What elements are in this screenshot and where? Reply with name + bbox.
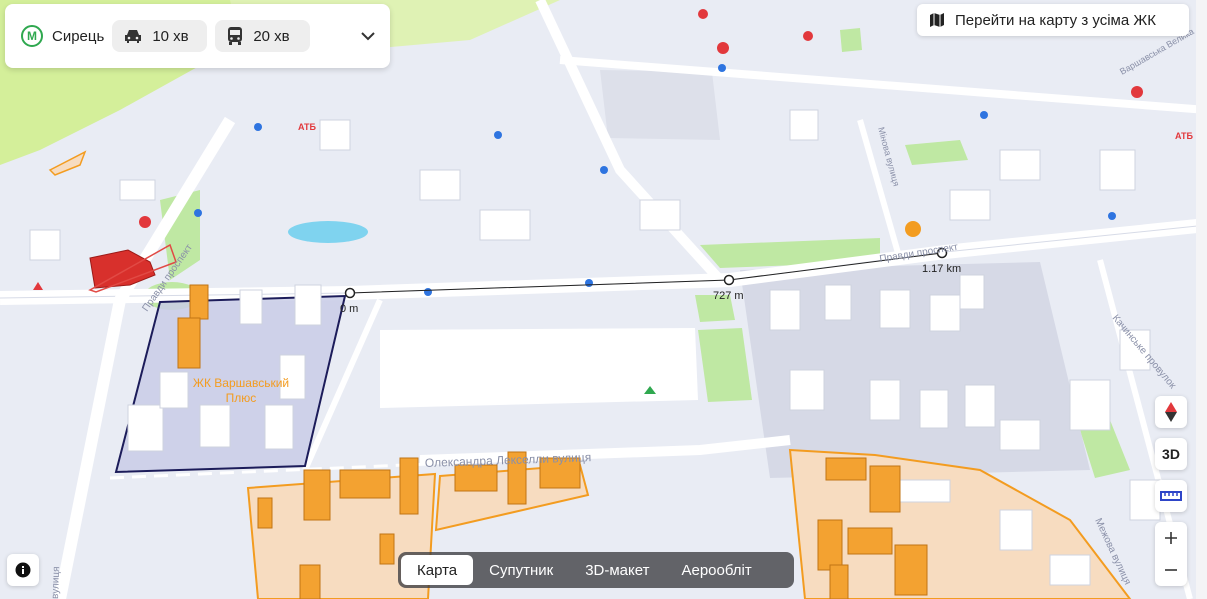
- parking-lot: [600, 70, 720, 140]
- distance-point[interactable]: [344, 287, 356, 299]
- map-layer-switch: Карта Супутник 3D-макет Аерообліт: [398, 552, 794, 588]
- empty-lot: [380, 328, 698, 408]
- all-complexes-map-label: Перейти на карту з усіма ЖК: [955, 11, 1156, 29]
- tab-aerial-flyover[interactable]: Аерообліт: [665, 555, 767, 585]
- car-icon: [125, 30, 142, 43]
- map-icon: [930, 13, 944, 27]
- chevron-down-icon[interactable]: [358, 26, 378, 46]
- ruler-icon: [1160, 491, 1182, 501]
- toggle-3d-button[interactable]: 3D: [1155, 438, 1187, 470]
- map-canvas[interactable]: АТБ АТБ 0 m 727 m 1.17 km ЖК Варшавський…: [0, 0, 1207, 599]
- distance-label: 727 m: [713, 290, 744, 302]
- lake: [288, 221, 368, 243]
- station-name: Сирець: [52, 27, 105, 45]
- bus-icon: [228, 27, 243, 45]
- complex-name[interactable]: Плюс: [226, 391, 257, 405]
- car-time: 10 хв: [152, 27, 189, 45]
- distance-point[interactable]: [723, 274, 735, 286]
- compass-button[interactable]: [1155, 396, 1187, 428]
- ruler-button[interactable]: [1155, 480, 1187, 512]
- minus-icon: [1165, 569, 1177, 571]
- poi-label: АТБ: [298, 122, 317, 132]
- zoom-out-button[interactable]: [1155, 554, 1187, 586]
- bus-time-chip[interactable]: 20 хв: [215, 20, 311, 52]
- info-icon: [15, 562, 31, 578]
- tab-3d-model[interactable]: 3D-макет: [569, 555, 665, 585]
- green-patch: [840, 28, 862, 52]
- zoom-in-button[interactable]: [1155, 522, 1187, 554]
- all-complexes-map-button[interactable]: Перейти на карту з усіма ЖК: [917, 4, 1189, 36]
- info-button[interactable]: [7, 554, 39, 586]
- toggle-3d-label: 3D: [1162, 446, 1180, 462]
- tab-map[interactable]: Карта: [401, 555, 474, 585]
- car-time-chip[interactable]: 10 хв: [112, 20, 208, 52]
- street-label: вулиця: [50, 566, 62, 599]
- poi-label: АТБ: [1175, 131, 1194, 141]
- poi-icon: [905, 221, 921, 237]
- complex-name[interactable]: ЖК Варшавський: [193, 376, 289, 390]
- distance-label: 1.17 km: [922, 263, 961, 275]
- compass-icon: [1165, 402, 1177, 422]
- metro-icon: M: [21, 25, 43, 47]
- metro-travel-card: M Сирець 10 хв 20 хв: [5, 4, 390, 68]
- plus-icon: [1165, 532, 1177, 544]
- distance-label: 0 m: [340, 303, 358, 315]
- bus-time: 20 хв: [253, 27, 290, 45]
- tab-satellite[interactable]: Супутник: [473, 555, 569, 585]
- zoom-controls: [1155, 522, 1187, 586]
- scrollbar[interactable]: [1196, 0, 1207, 599]
